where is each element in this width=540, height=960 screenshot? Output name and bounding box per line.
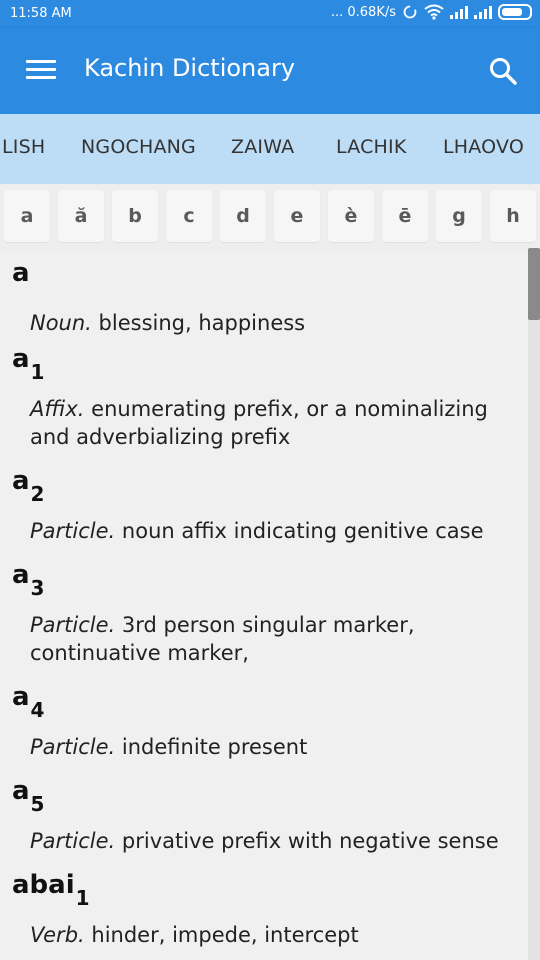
tab-lachik[interactable]: LACHIK [336, 136, 407, 158]
headword: a [12, 258, 30, 288]
tab-lhaovo[interactable]: LHAOVO [443, 136, 524, 158]
definition: Verb. hinder, impede, intercept [30, 923, 359, 947]
letter-button[interactable]: b [112, 190, 158, 242]
part-of-speech: Verb. [30, 923, 85, 947]
headword: a5 [12, 776, 45, 816]
letter-button[interactable]: ē [382, 190, 428, 242]
scrollbar-thumb[interactable] [528, 248, 540, 320]
status-time: 11:58 AM [10, 6, 72, 21]
letter-button[interactable]: c [166, 190, 212, 242]
definition: Noun. blessing, happiness [30, 311, 306, 335]
letter-index: a ă b c d e è ē g h [0, 184, 540, 250]
part-of-speech: Particle. [30, 519, 116, 543]
network-speed: ... 0.68K/s [330, 4, 396, 20]
signal-icon [450, 6, 468, 19]
letter-button[interactable]: h [490, 190, 536, 242]
definition: Particle. 3rd person singular marker, co… [30, 613, 415, 665]
app-title: Kachin Dictionary [84, 54, 296, 82]
headword: abai1 [12, 870, 90, 910]
wifi-icon [424, 4, 444, 20]
entry-list: a Noun. blessing, happiness a1 Affix. en… [0, 250, 528, 960]
part-of-speech: Affix. [30, 397, 85, 421]
part-of-speech: Particle. [30, 613, 116, 637]
headword: a1 [12, 344, 45, 384]
definition: Particle. indefinite present [30, 735, 308, 759]
scrollbar-track[interactable] [528, 250, 540, 960]
letter-button[interactable]: a [4, 190, 50, 242]
tab-zaiwa[interactable]: ZAIWA [231, 136, 294, 158]
definition: Affix. enumerating prefix, or a nominali… [30, 397, 488, 449]
letter-button[interactable]: è [328, 190, 374, 242]
letter-button[interactable]: e [274, 190, 320, 242]
hamburger-menu-icon[interactable] [26, 58, 56, 82]
search-icon[interactable] [488, 56, 518, 86]
status-icons: ... 0.68K/s [331, 4, 532, 20]
part-of-speech: Particle. [30, 735, 116, 759]
part-of-speech: Particle. [30, 829, 116, 853]
headword: a4 [12, 682, 45, 722]
status-bar: 11:58 AM ... 0.68K/s [0, 0, 540, 28]
letter-button[interactable]: g [436, 190, 482, 242]
tab-lish[interactable]: LISH [2, 136, 45, 158]
part-of-speech: Noun. [30, 311, 92, 335]
battery-icon [498, 4, 532, 20]
app-bar: Kachin Dictionary [0, 28, 540, 114]
headword: a2 [12, 466, 45, 506]
definition: Particle. privative prefix with negative… [30, 829, 499, 853]
letter-button[interactable]: d [220, 190, 266, 242]
definition: Particle. noun affix indicating genitive… [30, 519, 484, 543]
signal-icon-2 [474, 6, 492, 19]
letter-button[interactable]: ă [58, 190, 104, 242]
dialect-tabs: LISH NGOCHANG ZAIWA LACHIK LHAOVO [0, 114, 540, 184]
sync-icon [403, 5, 417, 19]
headword: a3 [12, 560, 45, 600]
tab-ngochang[interactable]: NGOCHANG [81, 136, 196, 158]
